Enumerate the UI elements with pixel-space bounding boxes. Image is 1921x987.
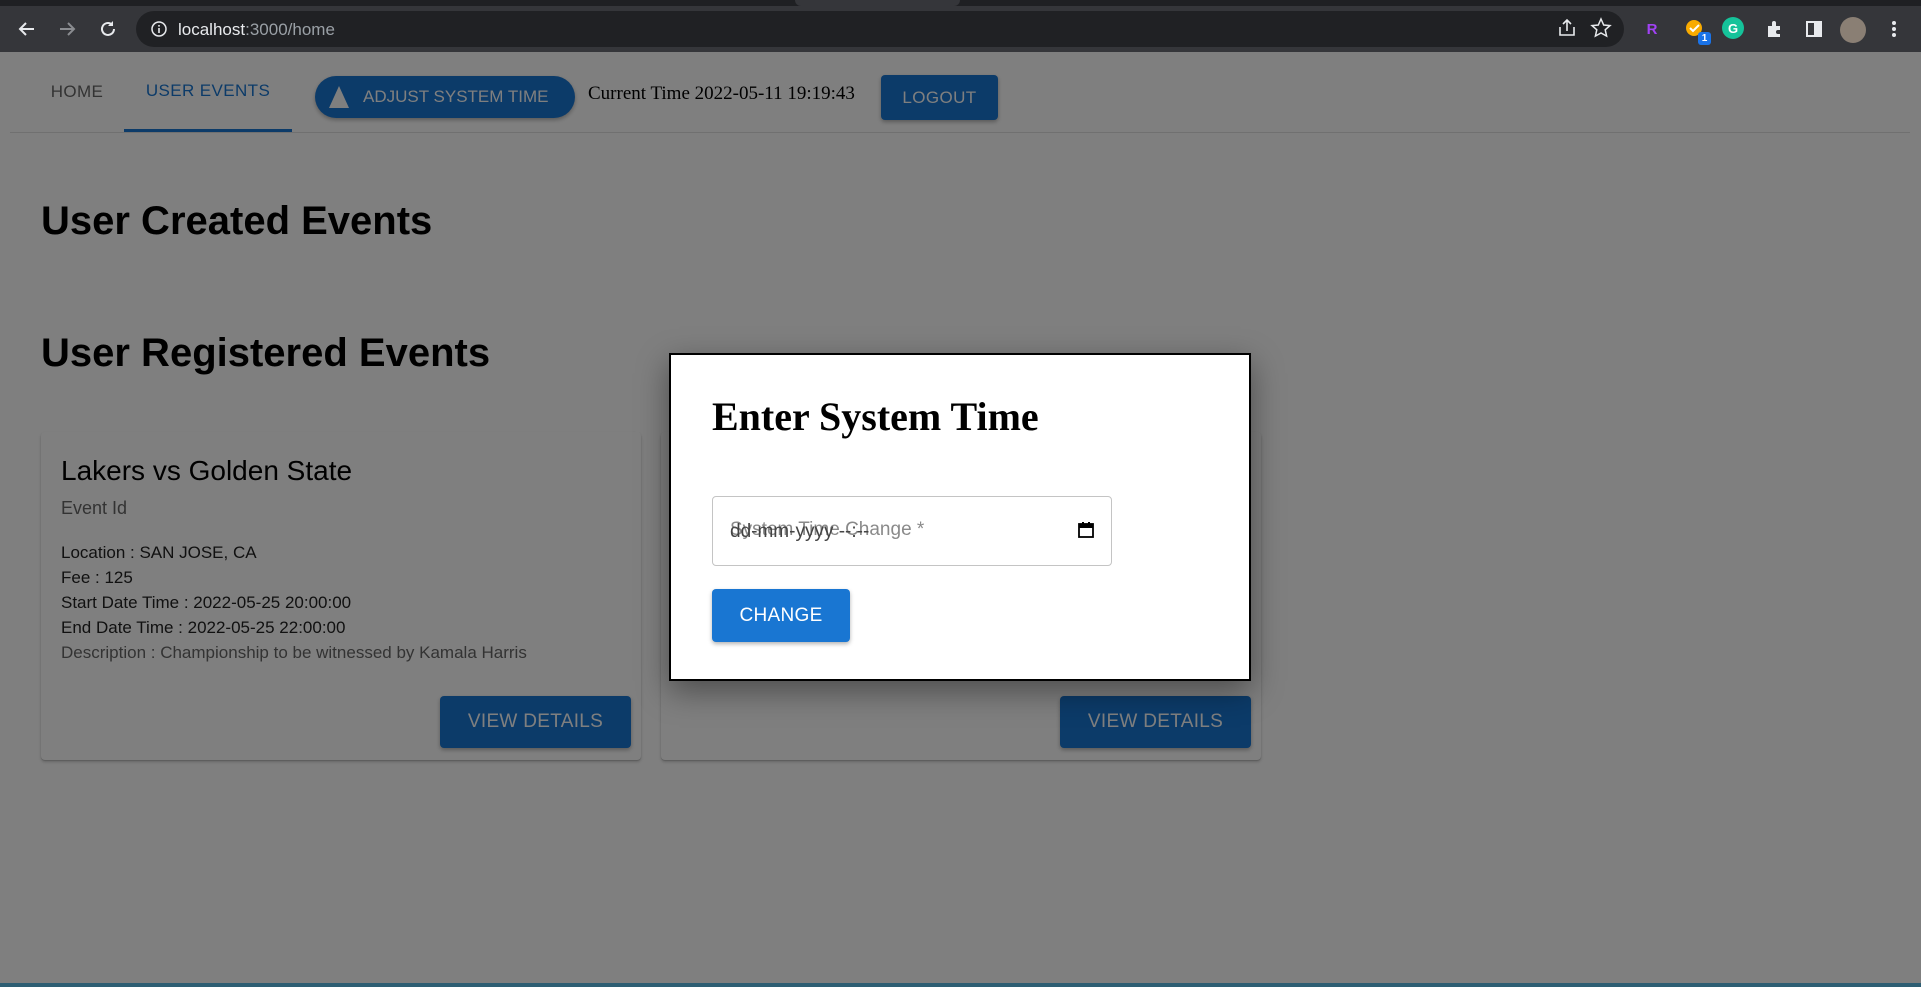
browser-menu-icon[interactable]: [1882, 17, 1906, 41]
browser-toolbar: localhost:3000/home R 1 G: [0, 6, 1921, 52]
url-host: localhost: [178, 20, 246, 39]
profile-avatar[interactable]: [1840, 17, 1866, 43]
reload-icon[interactable]: [95, 16, 121, 42]
bookmark-star-icon[interactable]: [1590, 17, 1612, 44]
system-time-field-placeholder: dd-mm-yyyy --:--: [730, 521, 870, 542]
extension-badge: 1: [1698, 32, 1711, 45]
taskbar-edge: [0, 983, 1921, 987]
side-panel-icon[interactable]: [1802, 17, 1826, 41]
change-button[interactable]: CHANGE: [712, 589, 850, 642]
back-icon[interactable]: [14, 16, 40, 42]
system-time-dialog: Enter System Time System Time Change * d…: [669, 353, 1251, 681]
extensions-puzzle-icon[interactable]: [1763, 17, 1787, 41]
forward-icon[interactable]: [54, 16, 80, 42]
url-text: localhost:3000/home: [178, 20, 335, 40]
dialog-title: Enter System Time: [712, 394, 1039, 439]
grammarly-icon[interactable]: G: [1722, 17, 1744, 39]
share-icon[interactable]: [1556, 17, 1578, 44]
extension-check-icon[interactable]: 1: [1683, 17, 1711, 45]
address-bar[interactable]: localhost:3000/home: [136, 11, 1624, 47]
site-info-icon[interactable]: [150, 20, 168, 38]
extension-r-icon[interactable]: R: [1640, 17, 1664, 41]
calendar-icon[interactable]: [1077, 521, 1095, 539]
system-time-date-input[interactable]: System Time Change * dd-mm-yyyy --:--: [712, 496, 1112, 566]
url-path: :3000/home: [245, 20, 335, 39]
